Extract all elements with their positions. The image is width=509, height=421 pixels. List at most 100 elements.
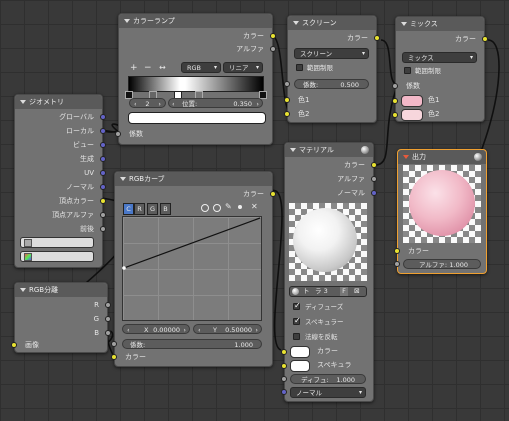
geometry-vcol-socket[interactable] [100, 198, 106, 204]
stop-color-swatch[interactable] [128, 112, 266, 124]
geometry-view-socket[interactable] [100, 142, 106, 148]
material-alpha-socket[interactable] [371, 176, 377, 182]
interpolation-select[interactable]: リニア ▾ [223, 62, 263, 73]
separate-rgb-header[interactable]: RGB分離 [15, 283, 107, 297]
output-node[interactable]: 出力 カラー アルファ: 1.000 [394, 149, 487, 274]
mix-color2-swatch[interactable] [401, 109, 423, 121]
tools-icon[interactable]: ✎ [225, 203, 232, 211]
mix-blend-select[interactable]: ミックス ▾ [402, 52, 477, 63]
mix-clamp-checkbox[interactable] [404, 67, 411, 74]
material-spec-swatch[interactable] [290, 360, 310, 372]
rgbcurve-color-socket[interactable] [270, 191, 276, 197]
zoom-out-icon[interactable] [213, 204, 221, 212]
color-mode-select[interactable]: RGB ▾ [181, 62, 221, 73]
mix-color1-swatch[interactable] [401, 95, 423, 107]
separate-rgb-node[interactable]: RGB分離 R G B 画像 [11, 282, 111, 353]
colorramp-node[interactable]: カラーランプ カラー アルファ + − ↔ RGB ▾ リニア ▾ ‹ 2 › ‹ 位置:… [115, 13, 276, 145]
screen-header[interactable]: スクリーン [288, 16, 376, 30]
mix-color1-socket[interactable] [392, 98, 398, 104]
rgbcurve-factor-field[interactable]: 係数: 1.000 [122, 339, 262, 349]
output-color-socket[interactable] [394, 248, 400, 254]
separate-rgb-b-socket[interactable] [105, 330, 111, 336]
collapse-icon[interactable] [124, 19, 130, 23]
screen-factor-socket[interactable] [284, 81, 290, 87]
clip-icon[interactable] [238, 205, 242, 209]
collapse-icon[interactable] [401, 22, 407, 26]
remove-stop-button[interactable]: − [144, 63, 152, 73]
uv-map-field[interactable] [20, 237, 94, 248]
geometry-frontback-socket[interactable] [100, 226, 106, 232]
close-icon[interactable]: ⊠ [354, 287, 360, 296]
geometry-uv-socket[interactable] [100, 170, 106, 176]
preview-sphere-icon[interactable] [361, 146, 369, 154]
material-color-in-socket[interactable] [281, 349, 287, 355]
vertex-color-field[interactable] [20, 251, 94, 262]
geometry-node[interactable]: ジオメトリ グローバル ローカル ビュー 生成 UV ノーマル 頂点カラー 頂点… [14, 94, 106, 268]
material-normal-select[interactable]: ノーマル ▾ [290, 387, 366, 398]
diffuse-checkbox[interactable]: ✓ [293, 301, 301, 310]
channel-b-button[interactable]: B [160, 203, 171, 215]
colorramp-header[interactable]: カラーランプ [119, 14, 272, 28]
screen-color1-socket[interactable] [284, 97, 290, 103]
collapse-icon[interactable] [20, 100, 26, 104]
curve-x-field[interactable]: ‹ X 0.00000 › [122, 324, 190, 334]
fake-user-button[interactable]: F [340, 287, 348, 296]
collapse-icon[interactable] [403, 155, 409, 159]
mix-factor-socket[interactable] [392, 83, 398, 89]
mix-node[interactable]: ミックス カラー ミックス ▾ 範囲制限 係数 色1 色2 [392, 16, 488, 122]
mix-header[interactable]: ミックス [396, 17, 484, 31]
material-datablock[interactable]: ト ラ 3 F ⊠ [289, 286, 367, 297]
channel-r-button[interactable]: R [134, 203, 145, 215]
channel-c-button[interactable]: C [123, 203, 134, 215]
separate-rgb-image-socket[interactable] [11, 342, 17, 348]
geometry-orco-socket[interactable] [100, 156, 106, 162]
screen-color-socket[interactable] [374, 35, 380, 41]
output-header[interactable]: 出力 [398, 150, 486, 164]
material-normal-in-socket[interactable] [281, 389, 287, 395]
specular-checkbox[interactable]: ✓ [293, 316, 301, 325]
geometry-normal-socket[interactable] [100, 184, 106, 190]
screen-blend-select[interactable]: スクリーン ▾ [294, 48, 369, 59]
reset-close-icon[interactable]: ✕ [251, 202, 258, 211]
rgbcurve-color-in-socket[interactable] [111, 354, 117, 360]
colorramp-alpha-socket[interactable] [270, 46, 276, 52]
add-stop-button[interactable]: + [130, 63, 138, 73]
collapse-icon[interactable] [293, 21, 299, 25]
material-node[interactable]: マテリアル カラー アルファ ノーマル ト ラ 3 F ⊠ ✓ ディフューズ ✓… [281, 142, 377, 402]
rgbcurve-header[interactable]: RGBカーブ [115, 172, 272, 186]
curve-editor[interactable] [122, 216, 262, 321]
geometry-header[interactable]: ジオメトリ [15, 95, 102, 109]
material-normal-socket[interactable] [371, 190, 377, 196]
active-stop-field[interactable]: ‹ 2 › [129, 98, 166, 108]
material-diffuse-in-socket[interactable] [281, 376, 287, 382]
separate-rgb-r-socket[interactable] [105, 302, 111, 308]
rgbcurve-factor-socket[interactable] [111, 341, 117, 347]
position-field[interactable]: ‹ 位置: 0.350 › [168, 98, 263, 108]
material-header[interactable]: マテリアル [285, 143, 373, 157]
mix-color-socket[interactable] [482, 36, 488, 42]
separate-rgb-g-socket[interactable] [105, 316, 111, 322]
output-alpha-socket[interactable] [394, 261, 400, 267]
material-spec-in-socket[interactable] [281, 363, 287, 369]
screen-node[interactable]: スクリーン カラー スクリーン ▾ 範囲制限 係数: 0.500 色1 色2 [284, 15, 380, 123]
colorramp-color-socket[interactable] [270, 33, 276, 39]
geometry-valpha-socket[interactable] [100, 212, 106, 218]
screen-color2-socket[interactable] [284, 111, 290, 117]
channel-g-button[interactable]: G [147, 203, 158, 215]
material-diffuse-field[interactable]: ディフュ: 1.000 [290, 374, 366, 384]
output-alpha-field[interactable]: アルファ: 1.000 [403, 259, 481, 269]
flip-ramp-button[interactable]: ↔ [159, 63, 166, 73]
screen-clamp-checkbox[interactable] [296, 64, 303, 71]
material-color-socket[interactable] [371, 162, 377, 168]
curve-y-field[interactable]: ‹ Y 0.50000 › [193, 324, 262, 334]
collapse-icon[interactable] [120, 177, 126, 181]
invert-normal-checkbox[interactable] [293, 333, 300, 340]
zoom-in-icon[interactable] [201, 204, 209, 212]
material-color-swatch[interactable] [290, 346, 310, 358]
preview-sphere-icon[interactable] [474, 153, 482, 161]
collapse-icon[interactable] [290, 148, 296, 152]
color-ramp-bar[interactable] [128, 76, 264, 92]
geometry-local-socket[interactable] [100, 128, 106, 134]
colorramp-factor-socket[interactable] [115, 131, 121, 137]
screen-factor-field[interactable]: 係数: 0.500 [294, 79, 369, 89]
